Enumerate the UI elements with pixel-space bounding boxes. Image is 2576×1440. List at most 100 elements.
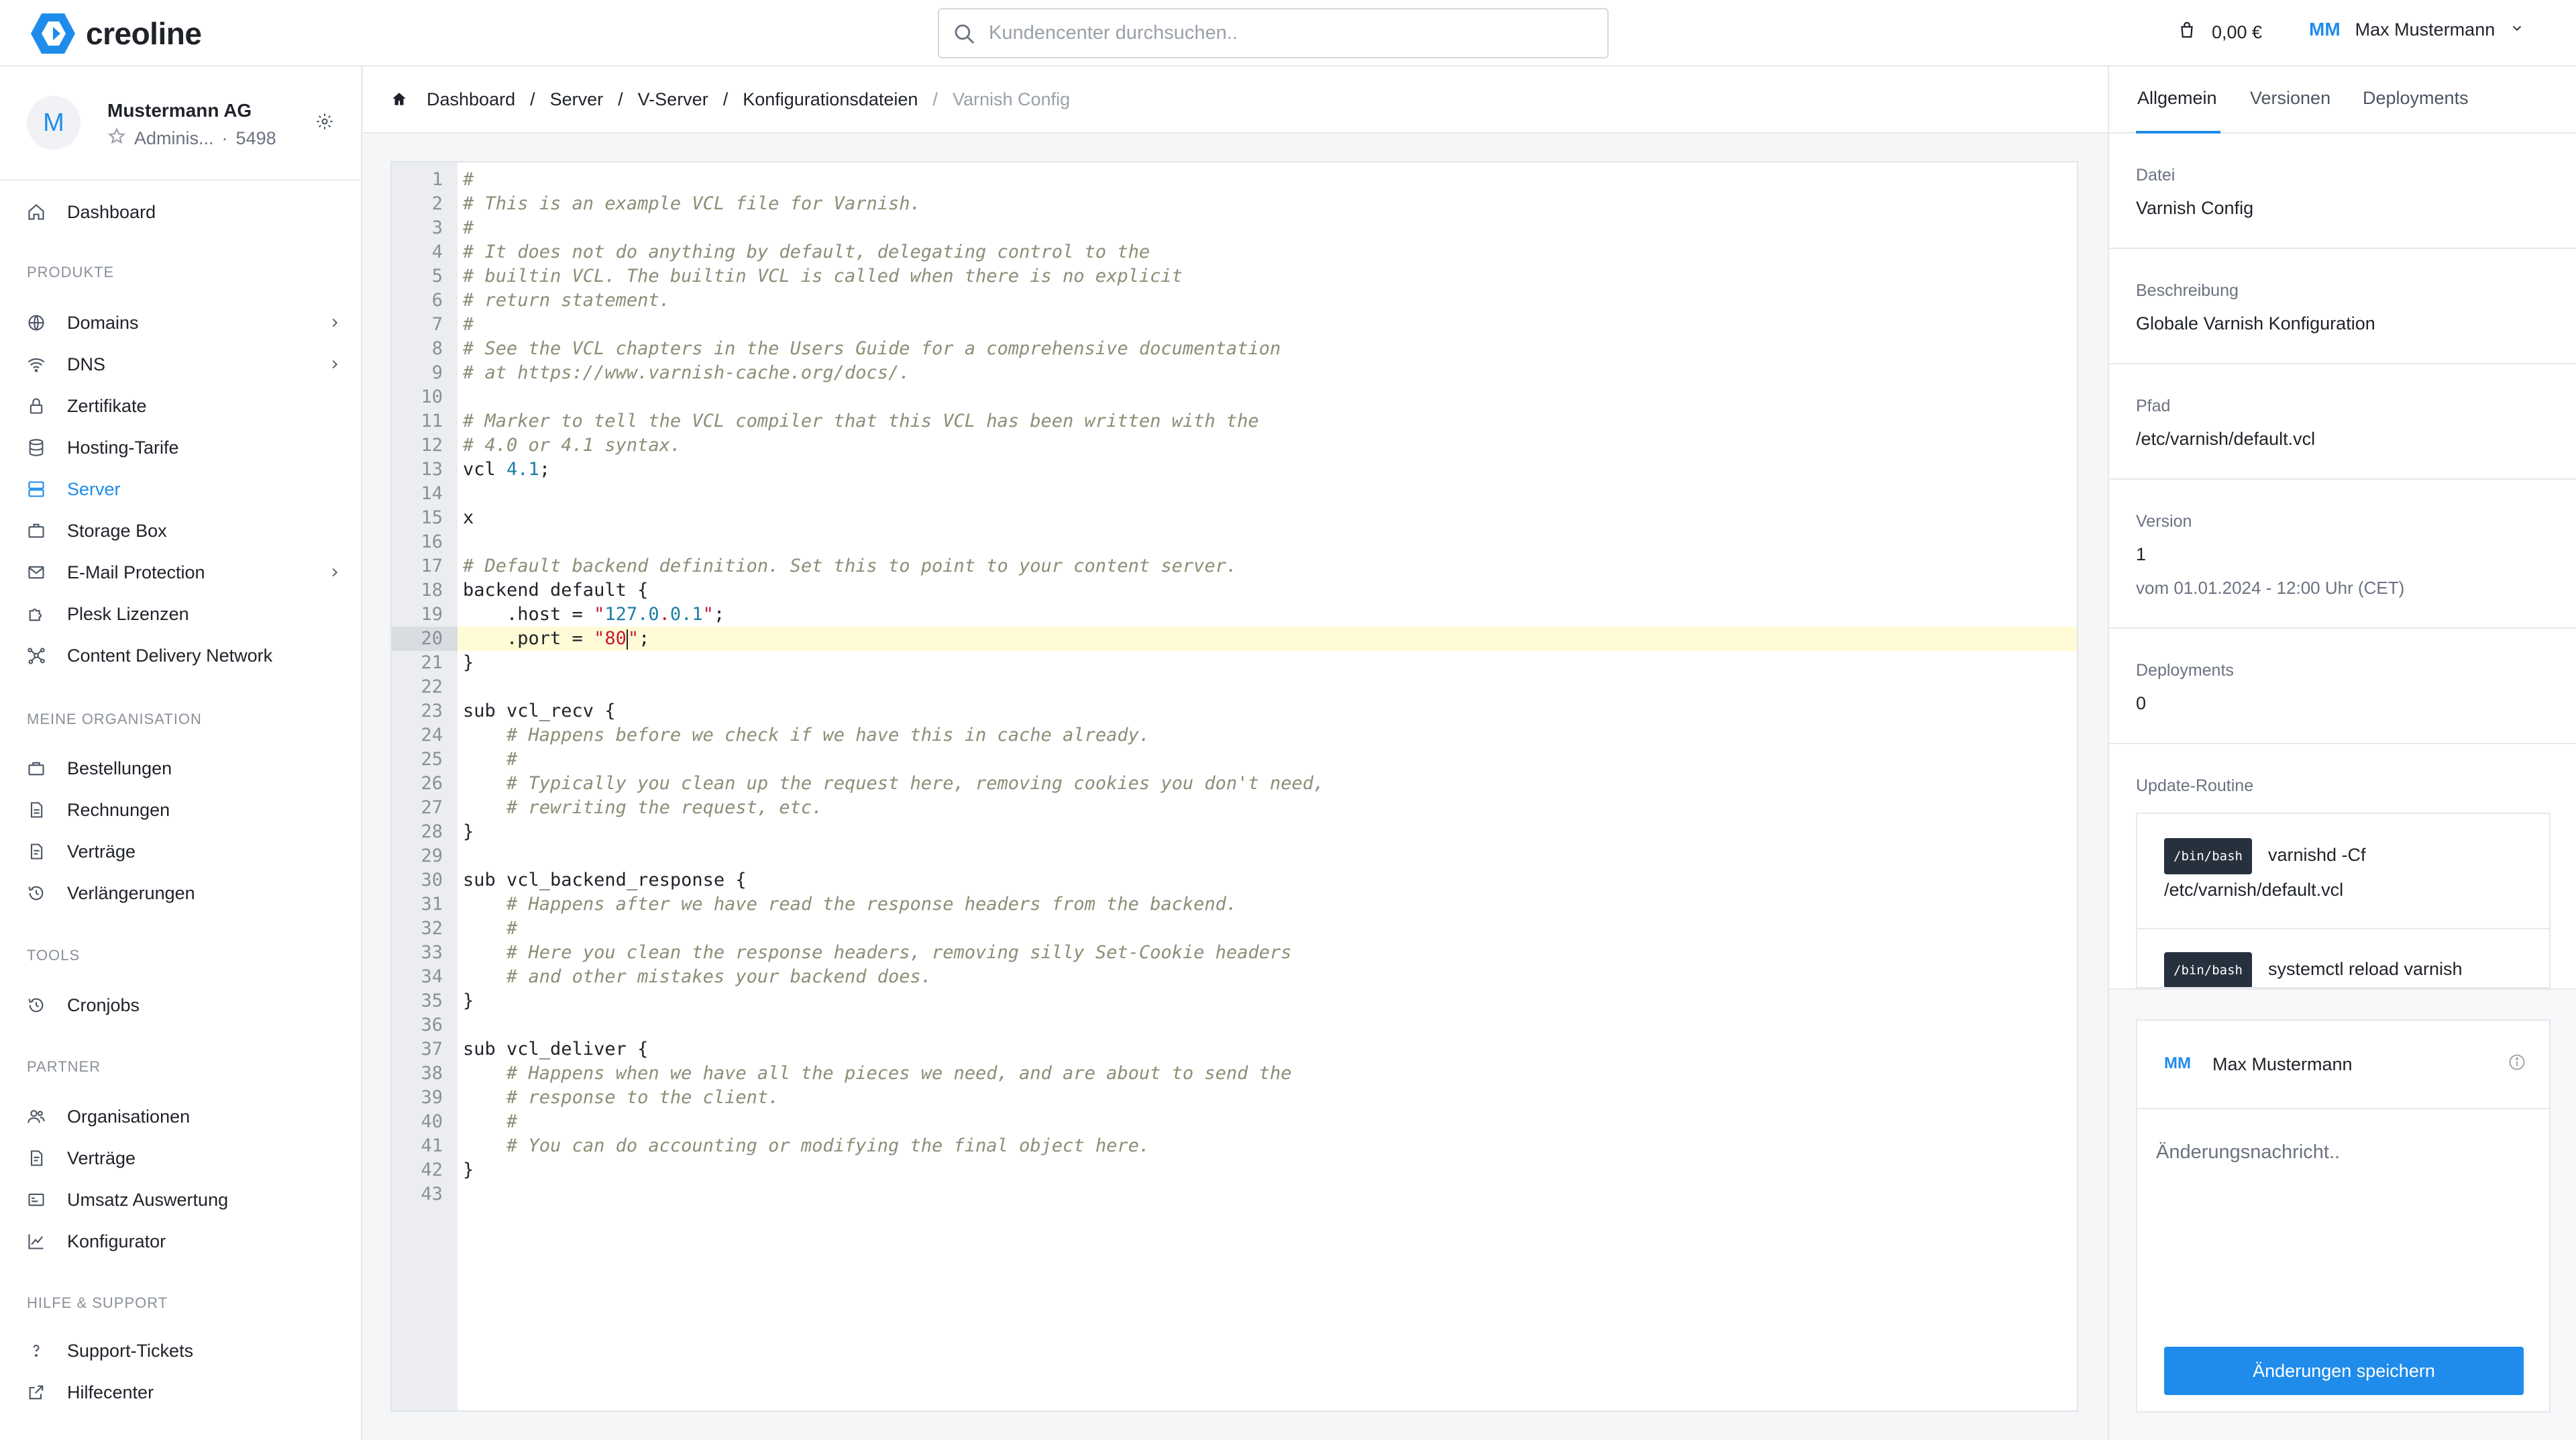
code-text[interactable]: # Default backend definition. Set this t… — [463, 554, 1237, 578]
code-text[interactable]: # Happens before we check if we have thi… — [463, 723, 1150, 748]
code-text[interactable]: # This is an example VCL file for Varnis… — [463, 192, 921, 216]
sidebar-item-konfigurator[interactable]: Konfigurator — [27, 1225, 342, 1258]
sidebar-item-email-protection[interactable]: E-Mail Protection — [27, 556, 342, 589]
code-text[interactable]: # Marker to tell the VCL compiler that t… — [463, 409, 1259, 433]
code-line[interactable]: 28} — [392, 820, 2077, 844]
code-line[interactable]: 13 vcl 4.1; — [392, 458, 2077, 482]
code-line[interactable]: 39 # response to the client. — [392, 1086, 2077, 1110]
code-text[interactable]: } — [463, 1158, 474, 1182]
code-line[interactable]: 24 # Happens before we check if we have … — [392, 723, 2077, 748]
code-line[interactable]: 17 # Default backend definition. Set this… — [392, 554, 2077, 578]
sidebar-item-domains[interactable]: Domains — [27, 306, 342, 340]
code-line[interactable]: 43 — [392, 1182, 2077, 1206]
logo[interactable]: creoline — [30, 12, 202, 55]
code-text[interactable]: # return statement. — [463, 289, 670, 313]
code-line[interactable]: 11 # Marker to tell the VCL compiler that… — [392, 409, 2077, 433]
code-line[interactable]: 23 sub vcl_recv { — [392, 699, 2077, 723]
code-lines[interactable]: 1 #2 # This is an example VCL file for Var… — [392, 168, 2077, 1206]
code-line[interactable]: 4 # It does not do anything by default, d… — [392, 240, 2077, 264]
info-icon[interactable] — [2508, 1053, 2526, 1076]
tab-versionen[interactable]: Versionen — [2250, 88, 2330, 109]
code-line[interactable]: 35} — [392, 989, 2077, 1013]
user-menu[interactable]: MM Max Mustermann — [2309, 19, 2524, 40]
code-text[interactable]: # rewriting the request, etc. — [463, 796, 822, 820]
code-text[interactable]: # Happens after we have read the respons… — [463, 892, 1237, 917]
code-text[interactable]: # — [463, 748, 517, 772]
code-line[interactable]: 40 # — [392, 1110, 2077, 1134]
code-line[interactable]: 15 x — [392, 506, 2077, 530]
code-text[interactable]: sub vcl_backend_response { — [463, 868, 747, 892]
code-line[interactable]: 10 — [392, 385, 2077, 409]
code-text[interactable]: .host = "127.0.0.1"; — [463, 603, 724, 627]
search-input[interactable] — [989, 22, 1579, 44]
code-line[interactable]: 41 # You can do accounting or modifying … — [392, 1134, 2077, 1158]
code-text[interactable]: # 4.0 or 4.1 syntax. — [463, 433, 681, 458]
code-line[interactable]: 20 .port = "80"; — [392, 627, 2077, 651]
sidebar-item-rechnungen[interactable]: Rechnungen — [27, 793, 342, 827]
code-text[interactable]: # — [463, 168, 474, 192]
code-line[interactable]: 19 .host = "127.0.0.1"; — [392, 603, 2077, 627]
code-text[interactable]: } — [463, 989, 474, 1013]
tab-allgemein[interactable]: Allgemein — [2137, 88, 2217, 109]
search-bar[interactable] — [938, 8, 1609, 58]
code-text[interactable]: # at https://www.varnish-cache.org/docs/… — [463, 361, 910, 385]
code-text[interactable]: x — [463, 506, 474, 530]
breadcrumb-link-v-server[interactable]: V-Server — [638, 89, 708, 110]
code-line[interactable]: 16 — [392, 530, 2077, 554]
sidebar-item-zertifikate[interactable]: Zertifikate — [27, 389, 342, 423]
code-line[interactable]: 1 # — [392, 168, 2077, 192]
code-line[interactable]: 25 # — [392, 748, 2077, 772]
code-line[interactable]: 2 # This is an example VCL file for Varni… — [392, 192, 2077, 216]
code-line[interactable]: 27 # rewriting the request, etc. — [392, 796, 2077, 820]
sidebar-item-vertraege[interactable]: Verträge — [27, 835, 342, 868]
code-text[interactable]: .port = "80"; — [463, 627, 649, 651]
code-text[interactable]: # and other mistakes your backend does. — [463, 965, 932, 989]
code-line[interactable]: 8 # See the VCL chapters in the Users Gui… — [392, 337, 2077, 361]
code-text[interactable]: } — [463, 820, 474, 844]
code-line[interactable]: 31 # Happens after we have read the resp… — [392, 892, 2077, 917]
sidebar-item-hosting-tarife[interactable]: Hosting-Tarife — [27, 431, 342, 464]
code-text[interactable]: # It does not do anything by default, de… — [463, 240, 1150, 264]
code-text[interactable]: # — [463, 313, 474, 337]
gear-icon[interactable] — [315, 112, 334, 136]
code-line[interactable]: 30 sub vcl_backend_response { — [392, 868, 2077, 892]
code-text[interactable]: sub vcl_deliver { — [463, 1037, 648, 1062]
sidebar-item-bestellungen[interactable]: Bestellungen — [27, 752, 342, 785]
code-line[interactable]: 18 backend default { — [392, 578, 2077, 603]
sidebar-item-partner-vertraege[interactable]: Verträge — [27, 1141, 342, 1175]
code-text[interactable]: # — [463, 216, 474, 240]
code-text[interactable]: # — [463, 1110, 517, 1134]
code-line[interactable]: 12 # 4.0 or 4.1 syntax. — [392, 433, 2077, 458]
code-line[interactable]: 34 # and other mistakes your backend doe… — [392, 965, 2077, 989]
code-line[interactable]: 33 # Here you clean the response headers… — [392, 941, 2077, 965]
code-text[interactable]: # Happens when we have all the pieces we… — [463, 1062, 1291, 1086]
organization-switcher[interactable]: M Mustermann AG Adminis... · 5498 — [27, 96, 342, 152]
breadcrumb-link-server[interactable]: Server — [550, 89, 604, 110]
code-line[interactable]: 14 — [392, 482, 2077, 506]
code-line[interactable]: 6 # return statement. — [392, 289, 2077, 313]
code-text[interactable]: # Typically you clean up the request her… — [463, 772, 1324, 796]
code-text[interactable]: # You can do accounting or modifying the… — [463, 1134, 1150, 1158]
code-editor[interactable]: 1 #2 # This is an example VCL file for Var… — [390, 161, 2078, 1412]
sidebar-item-storage-box[interactable]: Storage Box — [27, 514, 342, 548]
commit-message-input[interactable] — [2156, 1141, 2532, 1302]
sidebar-item-umsatz-auswertung[interactable]: Umsatz Auswertung — [27, 1183, 342, 1217]
save-changes-button[interactable]: Änderungen speichern — [2164, 1347, 2524, 1395]
sidebar-item-dashboard[interactable]: Dashboard — [27, 195, 342, 229]
sidebar-item-cdn[interactable]: Content Delivery Network — [27, 639, 342, 672]
star-icon[interactable] — [107, 127, 126, 150]
sidebar-item-support-tickets[interactable]: Support-Tickets — [27, 1334, 342, 1368]
code-line[interactable]: 22 — [392, 675, 2077, 699]
code-line[interactable]: 7 # — [392, 313, 2077, 337]
code-line[interactable]: 37 sub vcl_deliver { — [392, 1037, 2077, 1062]
tab-deployments[interactable]: Deployments — [2363, 88, 2469, 109]
breadcrumb-link-dashboard[interactable]: Dashboard — [427, 89, 515, 110]
code-text[interactable]: # builtin VCL. The builtin VCL is called… — [463, 264, 1183, 289]
code-text[interactable]: # — [463, 917, 517, 941]
code-line[interactable]: 29 — [392, 844, 2077, 868]
breadcrumb-link-konfigurationsdateien[interactable]: Konfigurationsdateien — [743, 89, 918, 110]
code-text[interactable]: # See the VCL chapters in the Users Guid… — [463, 337, 1281, 361]
code-line[interactable]: 5 # builtin VCL. The builtin VCL is calle… — [392, 264, 2077, 289]
sidebar-item-verlaengerungen[interactable]: Verlängerungen — [27, 876, 342, 910]
code-line[interactable]: 9 # at https://www.varnish-cache.org/docs… — [392, 361, 2077, 385]
